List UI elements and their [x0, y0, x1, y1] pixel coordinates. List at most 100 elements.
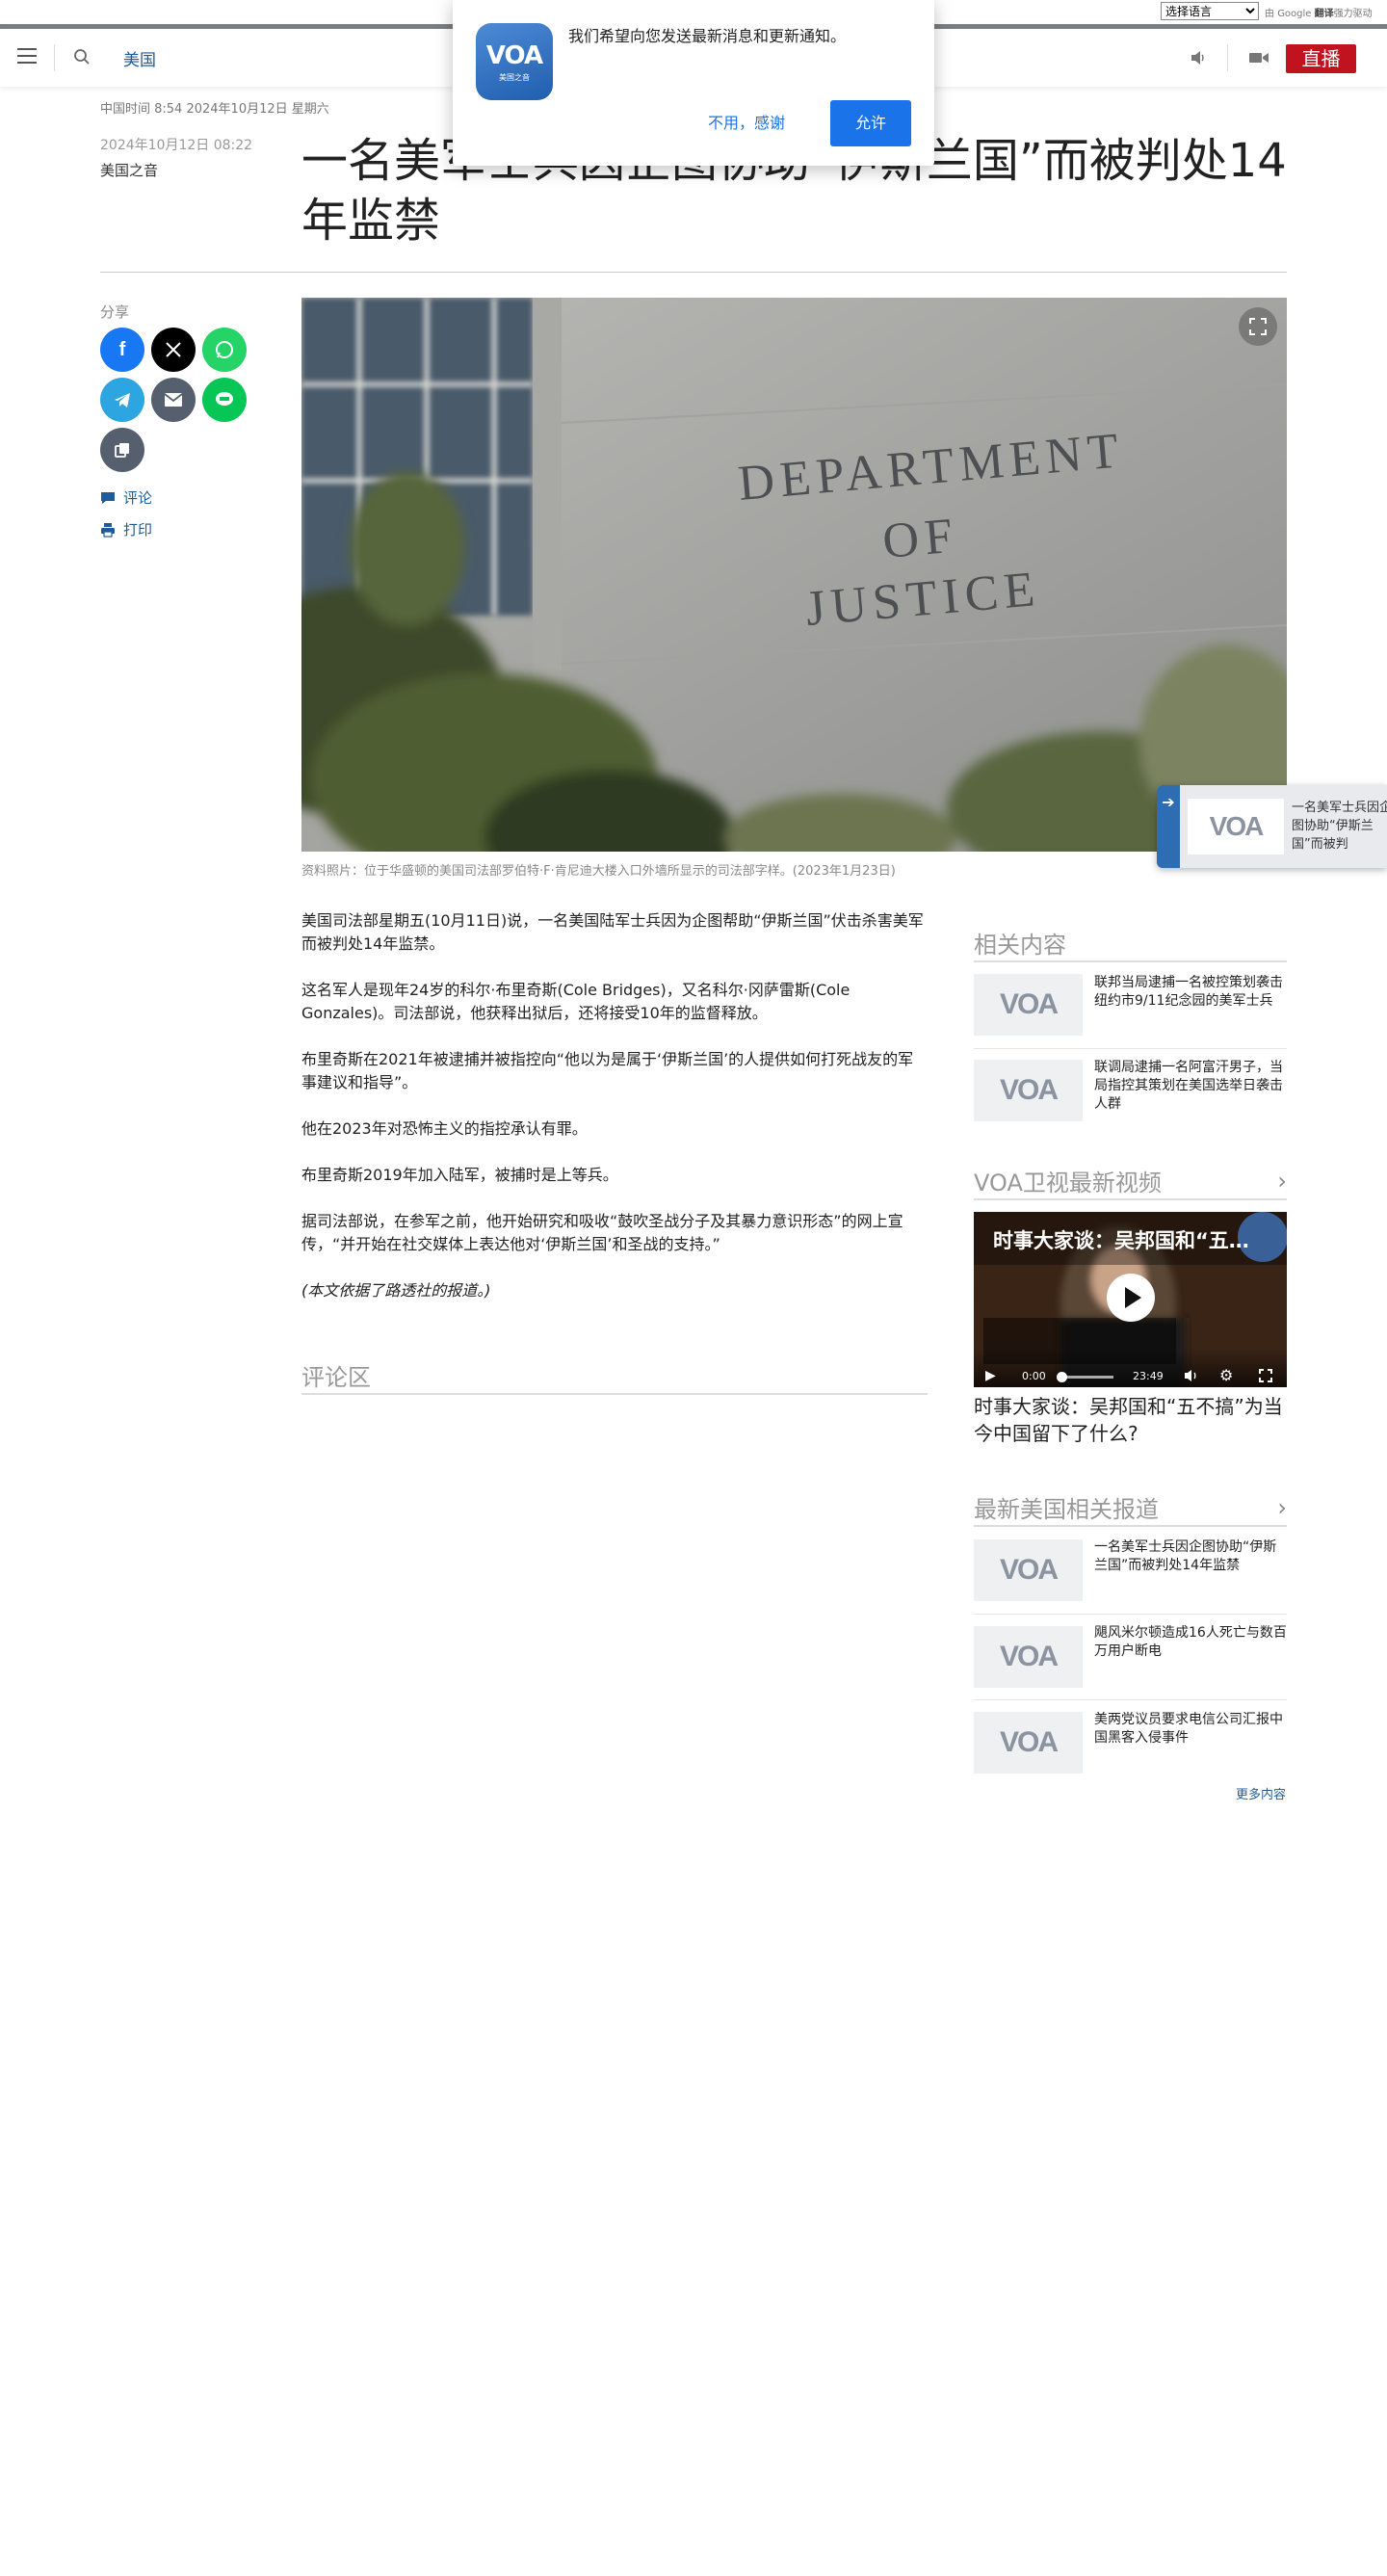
related-item-link[interactable]: 联邦当局逮捕一名被控策划袭击纽约市9/11纪念园的美军士兵 — [1094, 974, 1287, 1011]
allow-notifications-button[interactable]: 允许 — [830, 100, 911, 146]
voa-app-logo: VOA 美国之音 — [476, 23, 553, 100]
voa-logo: VOA — [999, 988, 1059, 1020]
article-paragraph: 这名军人是现年24岁的科尔·布里奇斯(Cole Bridges)，又名科尔·冈萨… — [301, 981, 851, 1022]
video-section-divider — [974, 1198, 1287, 1200]
voa-logo: VOA — [999, 1641, 1059, 1672]
voa-logo: VOA — [1209, 811, 1265, 841]
google-translate-attribution: 由 Google 翻译强力驱动 — [1265, 5, 1373, 19]
comments-link-label: 评论 — [123, 489, 153, 507]
article-paragraph: 他在2023年对恐怖主义的指控承认有罪。 — [301, 1119, 588, 1138]
comment-icon — [101, 491, 115, 504]
latest-thumbnail[interactable]: VOA — [974, 1626, 1083, 1688]
comments-link[interactable]: 评论 — [100, 487, 152, 508]
article-paragraph: 布里奇斯2019年加入陆军，被捕时是上等兵。 — [301, 1166, 618, 1184]
volume-icon[interactable] — [1184, 1368, 1199, 1383]
latest-thumbnail[interactable]: VOA — [974, 1539, 1083, 1601]
latest-divider — [974, 1525, 1287, 1527]
voa-logo: VOA — [999, 1726, 1059, 1758]
related-item-link[interactable]: 联调局逮捕一名阿富汗男子，当局指控其策划在美国选举日袭击人群 — [1094, 1059, 1287, 1114]
mini-thumbnail: VOA — [1188, 799, 1284, 854]
fullscreen-icon — [1249, 318, 1267, 335]
more-content-link[interactable]: 更多内容 — [1236, 1784, 1286, 1802]
video-section-title-text: VOA卫视最新视频 — [974, 1170, 1162, 1196]
notification-message: 我们希望向您发送最新消息和更新通知。 — [568, 27, 847, 45]
whatsapp-share-button[interactable] — [202, 328, 247, 372]
video-overlay-title: 时事大家谈：吴邦国和“五… — [993, 1229, 1249, 1252]
article-paragraph: 美国司法部星期五(10月11日)说，一名美国陆军士兵因为企图帮助“伊斯兰国”伏击… — [301, 911, 924, 953]
play-small-icon[interactable]: ▶ — [985, 1368, 996, 1383]
email-share-button[interactable] — [151, 378, 196, 422]
chevron-right-icon[interactable]: › — [1277, 1494, 1287, 1521]
facebook-share-button[interactable]: f — [100, 328, 144, 372]
print-link[interactable]: 打印 — [100, 519, 152, 539]
section-link-us[interactable]: 美国 — [123, 46, 156, 70]
google-brand: Google — [1277, 9, 1312, 19]
play-button[interactable] — [1107, 1274, 1155, 1322]
voa-logo-subtext: 美国之音 — [499, 72, 530, 82]
collapse-arrow-icon[interactable]: ➔ — [1157, 785, 1180, 868]
live-button[interactable]: 直播 — [1286, 44, 1356, 73]
headline-divider — [100, 272, 1287, 273]
envelope-icon — [164, 393, 183, 407]
copy-icon — [115, 443, 129, 458]
audio-icon[interactable] — [1189, 48, 1208, 67]
floating-article-player[interactable]: ➔ VOA 一名美军士兵因企图协助“伊斯兰国”而被判 — [1157, 785, 1387, 868]
seek-handle[interactable] — [1057, 1372, 1067, 1382]
language-select[interactable]: 选择语言 — [1161, 2, 1259, 20]
comments-section-title: 评论区 — [301, 1364, 371, 1391]
sign-line-2: OF — [880, 508, 960, 569]
article-source-note: (本文依据了路透社的报道。) — [301, 1281, 491, 1300]
latest-item-link[interactable]: 一名美军士兵因企图协助“伊斯兰国”而被判处14年监禁 — [1094, 1538, 1287, 1575]
whatsapp-icon — [216, 341, 233, 358]
related-thumbnail[interactable]: VOA — [974, 974, 1083, 1036]
video-section-title[interactable]: VOA卫视最新视频 › — [974, 1164, 1287, 1197]
fullscreen-icon[interactable] — [1259, 1369, 1272, 1382]
video-caption-link[interactable]: 时事大家谈：吴邦国和“五不搞”为当今中国留下了什么? — [974, 1393, 1287, 1447]
video-player[interactable]: 时事大家谈：吴邦国和“五… ▶ 0:00 23:49 ⚙ — [974, 1212, 1287, 1387]
search-icon[interactable] — [73, 48, 91, 66]
latest-item-link[interactable]: 飓风米尔顿造成16人死亡与数百万用户断电 — [1094, 1624, 1287, 1661]
related-content-title: 相关内容 — [974, 926, 1287, 959]
x-icon — [166, 342, 181, 357]
telegram-share-button[interactable] — [100, 378, 144, 422]
seek-bar[interactable] — [1057, 1372, 1113, 1382]
printer-icon — [101, 522, 115, 538]
doj-building-photo: DEPARTMENT OF JUSTICE — [301, 298, 1287, 852]
header-divider — [54, 44, 55, 71]
publish-date: 2024年10月12日 08:22 — [100, 138, 253, 153]
latest-us-title[interactable]: 最新美国相关报道 › — [974, 1490, 1287, 1524]
translate-word: 翻译 — [1314, 9, 1334, 19]
latest-item-link[interactable]: 美两党议员要求电信公司汇报中国黑客入侵事件 — [1094, 1711, 1287, 1748]
line-share-button[interactable] — [202, 378, 247, 422]
duration: 23:49 — [1133, 1370, 1164, 1382]
powered-suffix: 强力驱动 — [1333, 9, 1373, 19]
powered-prefix: 由 — [1265, 9, 1274, 19]
deny-notifications-button[interactable]: 不用，感谢 — [708, 110, 785, 133]
voa-logo-text: VOA — [485, 40, 543, 70]
settings-gear-icon[interactable]: ⚙ — [1219, 1366, 1233, 1384]
article-paragraph: 据司法部说，在参军之前，他开始研究和吸收“鼓吹圣战分子及其暴力意识形态”的网上宣… — [301, 1212, 903, 1253]
latest-thumbnail[interactable]: VOA — [974, 1712, 1083, 1774]
telegram-icon — [115, 393, 130, 407]
header-divider — [1227, 44, 1228, 71]
facebook-icon: f — [118, 338, 126, 360]
video-camera-icon[interactable] — [1248, 49, 1269, 66]
voa-logo: VOA — [999, 1074, 1059, 1106]
image-caption: 资料照片：位于华盛顿的美国司法部罗伯特·F·肯尼迪大楼入口外墙所显示的司法部字样… — [301, 864, 896, 879]
line-icon — [216, 392, 233, 406]
related-content-title-text: 相关内容 — [974, 932, 1066, 959]
latest-item-divider — [974, 1699, 1287, 1700]
related-thumbnail[interactable]: VOA — [974, 1060, 1083, 1121]
push-notification-prompt: VOA 美国之音 我们希望向您发送最新消息和更新通知。 不用，感谢 允许 — [453, 0, 934, 166]
menu-icon[interactable] — [17, 48, 37, 64]
copy-link-button[interactable] — [100, 428, 144, 472]
latest-item-divider — [974, 1614, 1287, 1615]
comments-divider — [301, 1393, 928, 1395]
latest-us-title-text: 最新美国相关报道 — [974, 1496, 1159, 1523]
x-share-button[interactable] — [151, 328, 196, 372]
article-paragraph: 布里奇斯在2021年被逮捕并被指控向“他以为是属于‘伊斯兰国’的人提供如何打死战… — [301, 1050, 914, 1091]
hero-image: DEPARTMENT OF JUSTICE — [301, 298, 1287, 852]
fullscreen-button[interactable] — [1239, 307, 1277, 346]
chevron-right-icon[interactable]: › — [1277, 1168, 1287, 1195]
print-link-label: 打印 — [123, 521, 153, 539]
